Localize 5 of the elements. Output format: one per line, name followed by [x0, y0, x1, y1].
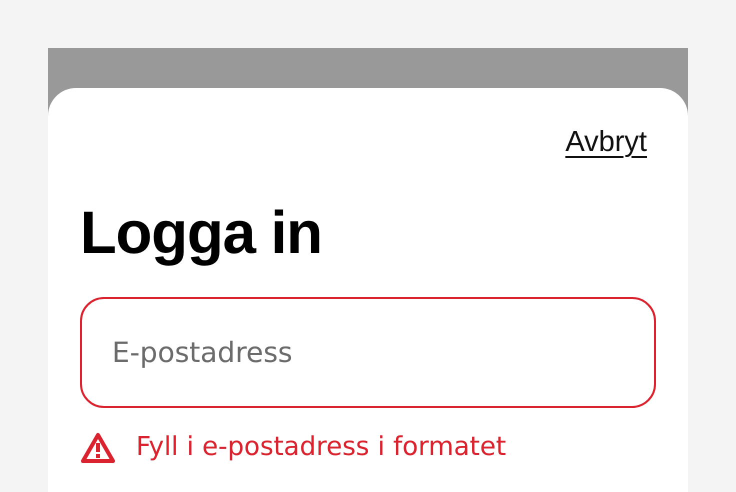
warning-icon	[80, 432, 116, 464]
email-field[interactable]: E-postadress	[80, 297, 656, 408]
cancel-link[interactable]: Avbryt	[565, 126, 647, 159]
dialog-title: Logga in	[80, 198, 322, 268]
error-message: Fyll i e-postadress i formatet	[136, 431, 508, 464]
